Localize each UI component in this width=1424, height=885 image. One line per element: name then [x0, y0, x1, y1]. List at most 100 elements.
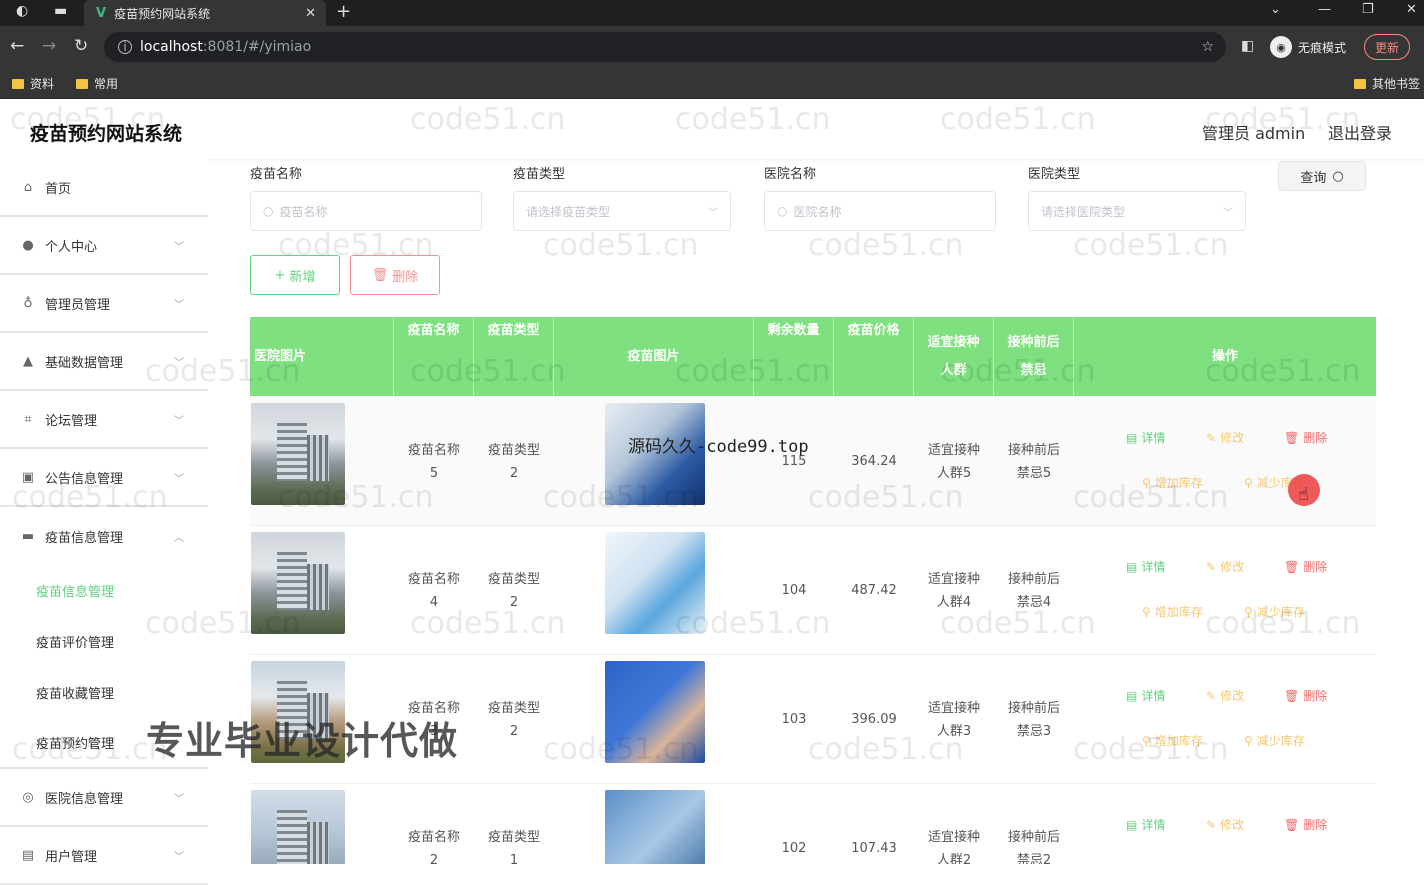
tab-search-icon[interactable]: ⌄	[1270, 2, 1281, 17]
delete-label: 删除	[392, 269, 419, 285]
vaccine-name-input[interactable]: ○ 疫苗名称	[250, 191, 482, 231]
forward-icon[interactable]: →	[42, 36, 56, 56]
th-vaccine-name[interactable]: 疫苗名称	[394, 317, 474, 396]
add-stock-button[interactable]: ⚲ 增加库存	[1142, 603, 1203, 620]
cell-text: 接种前后	[1007, 442, 1060, 458]
query-button[interactable]: 查询 ○	[1278, 161, 1366, 191]
th-stock[interactable]: 剩余数量	[754, 317, 834, 396]
add-button[interactable]: + 新增	[250, 255, 340, 295]
sidebar-item-home[interactable]: ⌂ 首页	[0, 159, 208, 217]
sidebar-item-notices[interactable]: ▣ 公告信息管理 ﹀	[0, 449, 208, 507]
edit-button[interactable]: ✎ 修改	[1206, 687, 1244, 704]
edit-button[interactable]: ✎ 修改	[1206, 816, 1244, 833]
cell-taboo: 接种前后 禁忌2	[994, 784, 1074, 865]
action-label: 详情	[1141, 560, 1166, 574]
incognito-label: 无痕模式	[1298, 40, 1347, 55]
detail-button[interactable]: ▤ 详情	[1126, 558, 1165, 575]
reload-icon[interactable]: ↻	[74, 36, 88, 56]
document-icon: ▤	[1126, 817, 1138, 832]
minimize-icon[interactable]: —	[1318, 2, 1331, 17]
logout-link[interactable]: 退出登录	[1328, 120, 1392, 144]
hospital-type-select[interactable]: 请选择医院类型 ﹀	[1028, 191, 1246, 231]
sidebar-subitem-label: 疫苗收藏管理	[36, 687, 115, 702]
action-label: 删除	[1303, 818, 1328, 832]
th-hospital-image[interactable]: 医院图片	[250, 317, 394, 396]
filter-label-hospital-type: 医院类型	[1028, 167, 1081, 182]
tab-title: 疫苗预约网站系统	[114, 6, 211, 21]
delete-button[interactable]: 🗑 删除	[1284, 429, 1327, 446]
sidebar-subitem-vaccine-info[interactable]: 疫苗信息管理	[0, 565, 208, 616]
sidebar-item-profile[interactable]: ● 个人中心 ﹀	[0, 217, 208, 275]
incognito-indicator[interactable]: ◉ 无痕模式	[1270, 36, 1346, 58]
sidebar-item-vaccines[interactable]: ▬ 疫苗信息管理 ︿	[0, 507, 208, 565]
th-taboo[interactable]: 接种前后 禁忌	[994, 317, 1074, 396]
cell-text: 人群4	[936, 594, 972, 610]
browser-menu-icon[interactable]: ◐	[16, 3, 28, 19]
pin-icon: ⚲	[1142, 733, 1151, 748]
mic-icon: ♁	[23, 295, 33, 311]
reduce-stock-button[interactable]: ⚲ 减少库存	[1244, 732, 1305, 749]
th-label: 操作	[1211, 348, 1238, 364]
th-label: 禁忌	[1020, 362, 1047, 378]
edit-button[interactable]: ✎ 修改	[1206, 429, 1244, 446]
close-tab-icon[interactable]: ✕	[305, 6, 316, 21]
sidebar-item-forum[interactable]: ⌗ 论坛管理 ﹀	[0, 391, 208, 449]
chevron-down-icon: ﹀	[174, 415, 184, 427]
cell-text: 人群2	[936, 852, 972, 865]
edit-button[interactable]: ✎ 修改	[1206, 558, 1244, 575]
cell-text: 2	[509, 465, 519, 481]
tab-list-icon[interactable]: ▬	[54, 3, 67, 19]
batch-delete-button[interactable]: 🗑 删除	[350, 255, 440, 295]
trash-icon: 🗑	[1284, 817, 1300, 832]
vaccine-type-select[interactable]: 请选择疫苗类型 ﹀	[513, 191, 731, 231]
sidepanel-icon[interactable]: ◧	[1241, 38, 1254, 54]
th-vaccine-image[interactable]: 疫苗图片	[554, 317, 754, 396]
sidebar-item-basic-data[interactable]: ▲ 基础数据管理 ﹀	[0, 333, 208, 391]
sidebar-subitem-vaccine-review[interactable]: 疫苗评价管理	[0, 616, 208, 667]
bookmark-star-icon[interactable]: ☆	[1201, 39, 1214, 55]
add-stock-button[interactable]: ⚲ 增加库存	[1142, 474, 1203, 491]
other-bookmarks[interactable]: 其他书签	[1354, 75, 1420, 92]
th-price[interactable]: 疫苗价格	[834, 317, 914, 396]
bookmark-folder-1[interactable]: 资料	[12, 75, 54, 92]
new-tab-icon[interactable]: +	[336, 1, 351, 22]
maximize-icon[interactable]: ❐	[1362, 2, 1374, 17]
vaccine-image	[605, 790, 705, 864]
action-label: 修改	[1220, 431, 1245, 445]
update-button[interactable]: 更新	[1364, 34, 1411, 60]
hospital-name-input[interactable]: ○ 医院名称	[764, 191, 996, 231]
sidebar-item-admins[interactable]: ♁ 管理员管理 ﹀	[0, 275, 208, 333]
trash-icon: 🗑	[1284, 430, 1300, 445]
add-stock-button[interactable]: ⚲ 增加库存	[1142, 732, 1203, 749]
folder-icon	[1354, 78, 1366, 89]
url-field[interactable]: i localhost:8081/#/yimiao ☆	[104, 32, 1226, 62]
sidebar-item-users[interactable]: ▤ 用户管理 ﹀	[0, 827, 208, 885]
update-label: 更新	[1375, 40, 1400, 55]
cell-text: 人群3	[936, 723, 972, 739]
back-icon[interactable]: ←	[10, 36, 24, 56]
sidebar-item-hospitals[interactable]: ◎ 医院信息管理 ﹀	[0, 769, 208, 827]
cell-stock: 103	[781, 712, 807, 727]
reduce-stock-button[interactable]: ⚲ 减少库存	[1244, 603, 1305, 620]
detail-button[interactable]: ▤ 详情	[1126, 687, 1165, 704]
th-suitable-group[interactable]: 适宜接种 人群	[914, 317, 994, 396]
bookmark-folder-2[interactable]: 常用	[76, 75, 118, 92]
cell-text: 禁忌2	[1016, 852, 1052, 865]
browser-tab-active[interactable]: V 疫苗预约网站系统 ✕	[84, 0, 326, 26]
promo-watermark: 专业毕业设计代做	[146, 719, 459, 763]
sidebar-subitem-label: 疫苗预约管理	[36, 737, 115, 752]
filter-label-vaccine-name: 疫苗名称	[250, 167, 303, 182]
chevron-down-icon: ﹀	[174, 357, 184, 369]
person-icon: ▲	[23, 353, 33, 369]
close-window-icon[interactable]: ✕	[1406, 2, 1417, 17]
detail-button[interactable]: ▤ 详情	[1126, 816, 1165, 833]
delete-button[interactable]: 🗑 删除	[1284, 558, 1327, 575]
delete-button[interactable]: 🗑 删除	[1284, 687, 1327, 704]
site-info-icon[interactable]: i	[118, 40, 132, 54]
chart-icon: ▣	[21, 469, 35, 485]
cell-stock: 104	[781, 583, 807, 598]
detail-button[interactable]: ▤ 详情	[1126, 429, 1165, 446]
th-vaccine-type[interactable]: 疫苗类型	[474, 317, 554, 396]
cell-vaccine-name: 疫苗名称 5	[394, 397, 474, 526]
delete-button[interactable]: 🗑 删除	[1284, 816, 1327, 833]
